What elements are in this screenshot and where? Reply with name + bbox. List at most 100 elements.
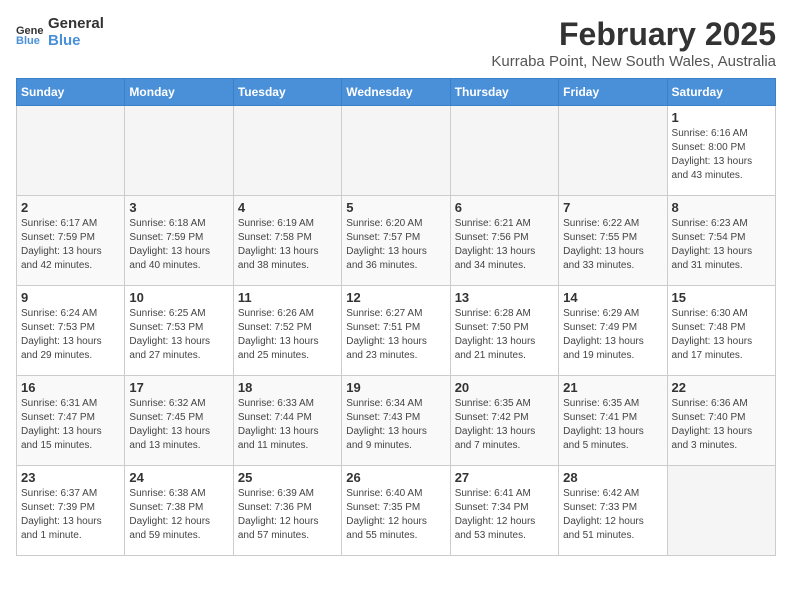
logo-text-blue: Blue [48, 33, 104, 50]
calendar-cell [450, 106, 558, 196]
calendar-cell: 15 Sunrise: 6:30 AM Sunset: 7:48 PM Dayli… [667, 286, 775, 376]
week-row: 9 Sunrise: 6:24 AM Sunset: 7:53 PM Daylig… [17, 286, 776, 376]
day-info: Sunrise: 6:20 AM Sunset: 7:57 PM Dayligh… [346, 217, 445, 273]
calendar-cell: 7 Sunrise: 6:22 AM Sunset: 7:55 PM Daylig… [559, 196, 667, 286]
day-number: 24 [129, 470, 228, 485]
day-info: Sunrise: 6:35 AM Sunset: 7:41 PM Dayligh… [563, 397, 662, 453]
calendar-cell: 2 Sunrise: 6:17 AM Sunset: 7:59 PM Daylig… [17, 196, 125, 286]
week-row: 23 Sunrise: 6:37 AM Sunset: 7:39 PM Dayli… [17, 466, 776, 556]
calendar-cell: 20 Sunrise: 6:35 AM Sunset: 7:42 PM Dayli… [450, 376, 558, 466]
day-info: Sunrise: 6:25 AM Sunset: 7:53 PM Dayligh… [129, 307, 228, 363]
logo: General Blue General Blue [16, 16, 104, 49]
day-info: Sunrise: 6:19 AM Sunset: 7:58 PM Dayligh… [238, 217, 337, 273]
day-info: Sunrise: 6:32 AM Sunset: 7:45 PM Dayligh… [129, 397, 228, 453]
calendar-cell: 19 Sunrise: 6:34 AM Sunset: 7:43 PM Dayli… [342, 376, 450, 466]
day-info: Sunrise: 6:35 AM Sunset: 7:42 PM Dayligh… [455, 397, 554, 453]
day-number: 17 [129, 380, 228, 395]
day-info: Sunrise: 6:37 AM Sunset: 7:39 PM Dayligh… [21, 487, 120, 543]
day-info: Sunrise: 6:34 AM Sunset: 7:43 PM Dayligh… [346, 397, 445, 453]
day-number: 8 [672, 200, 771, 215]
day-number: 22 [672, 380, 771, 395]
calendar-cell [559, 106, 667, 196]
calendar-cell: 23 Sunrise: 6:37 AM Sunset: 7:39 PM Dayli… [17, 466, 125, 556]
day-number: 26 [346, 470, 445, 485]
calendar-cell: 21 Sunrise: 6:35 AM Sunset: 7:41 PM Dayli… [559, 376, 667, 466]
calendar-header: SundayMondayTuesdayWednesdayThursdayFrid… [17, 79, 776, 106]
day-info: Sunrise: 6:24 AM Sunset: 7:53 PM Dayligh… [21, 307, 120, 363]
calendar-cell: 24 Sunrise: 6:38 AM Sunset: 7:38 PM Dayli… [125, 466, 233, 556]
day-number: 18 [238, 380, 337, 395]
day-number: 21 [563, 380, 662, 395]
day-info: Sunrise: 6:28 AM Sunset: 7:50 PM Dayligh… [455, 307, 554, 363]
calendar-cell: 22 Sunrise: 6:36 AM Sunset: 7:40 PM Dayli… [667, 376, 775, 466]
calendar-cell [17, 106, 125, 196]
day-info: Sunrise: 6:38 AM Sunset: 7:38 PM Dayligh… [129, 487, 228, 543]
day-info: Sunrise: 6:42 AM Sunset: 7:33 PM Dayligh… [563, 487, 662, 543]
weekday-monday: Monday [125, 79, 233, 106]
day-number: 19 [346, 380, 445, 395]
calendar-cell: 27Sunrise: 6:41 AM Sunset: 7:34 PM Dayli… [450, 466, 558, 556]
day-number: 12 [346, 290, 445, 305]
calendar-body: 1Sunrise: 6:16 AM Sunset: 8:00 PM Daylig… [17, 106, 776, 556]
day-number: 2 [21, 200, 120, 215]
calendar-cell: 5Sunrise: 6:20 AM Sunset: 7:57 PM Daylig… [342, 196, 450, 286]
calendar-cell: 16 Sunrise: 6:31 AM Sunset: 7:47 PM Dayli… [17, 376, 125, 466]
calendar-cell [125, 106, 233, 196]
calendar-cell: 12 Sunrise: 6:27 AM Sunset: 7:51 PM Dayli… [342, 286, 450, 376]
day-number: 28 [563, 470, 662, 485]
calendar-cell [233, 106, 341, 196]
weekday-friday: Friday [559, 79, 667, 106]
day-number: 15 [672, 290, 771, 305]
day-info: Sunrise: 6:22 AM Sunset: 7:55 PM Dayligh… [563, 217, 662, 273]
calendar-cell: 14Sunrise: 6:29 AM Sunset: 7:49 PM Dayli… [559, 286, 667, 376]
day-number: 6 [455, 200, 554, 215]
weekday-wednesday: Wednesday [342, 79, 450, 106]
title-area: February 2025 Kurraba Point, New South W… [491, 16, 776, 70]
calendar-cell: 9 Sunrise: 6:24 AM Sunset: 7:53 PM Daylig… [17, 286, 125, 376]
day-info: Sunrise: 6:27 AM Sunset: 7:51 PM Dayligh… [346, 307, 445, 363]
calendar-cell: 8Sunrise: 6:23 AM Sunset: 7:54 PM Daylig… [667, 196, 775, 286]
day-number: 16 [21, 380, 120, 395]
logo-icon: General Blue [16, 22, 44, 44]
day-info: Sunrise: 6:33 AM Sunset: 7:44 PM Dayligh… [238, 397, 337, 453]
week-row: 1Sunrise: 6:16 AM Sunset: 8:00 PM Daylig… [17, 106, 776, 196]
day-number: 9 [21, 290, 120, 305]
day-info: Sunrise: 6:21 AM Sunset: 7:56 PM Dayligh… [455, 217, 554, 273]
day-number: 7 [563, 200, 662, 215]
day-number: 13 [455, 290, 554, 305]
day-number: 11 [238, 290, 337, 305]
day-info: Sunrise: 6:31 AM Sunset: 7:47 PM Dayligh… [21, 397, 120, 453]
day-info: Sunrise: 6:39 AM Sunset: 7:36 PM Dayligh… [238, 487, 337, 543]
calendar-cell: 10 Sunrise: 6:25 AM Sunset: 7:53 PM Dayli… [125, 286, 233, 376]
calendar-cell: 11Sunrise: 6:26 AM Sunset: 7:52 PM Dayli… [233, 286, 341, 376]
calendar-cell [667, 466, 775, 556]
calendar-cell: 6 Sunrise: 6:21 AM Sunset: 7:56 PM Daylig… [450, 196, 558, 286]
weekday-sunday: Sunday [17, 79, 125, 106]
calendar-cell: 25Sunrise: 6:39 AM Sunset: 7:36 PM Dayli… [233, 466, 341, 556]
calendar-cell: 1Sunrise: 6:16 AM Sunset: 8:00 PM Daylig… [667, 106, 775, 196]
day-number: 10 [129, 290, 228, 305]
day-number: 20 [455, 380, 554, 395]
week-row: 16 Sunrise: 6:31 AM Sunset: 7:47 PM Dayli… [17, 376, 776, 466]
weekday-header-row: SundayMondayTuesdayWednesdayThursdayFrid… [17, 79, 776, 106]
calendar-cell [342, 106, 450, 196]
calendar: SundayMondayTuesdayWednesdayThursdayFrid… [16, 78, 776, 556]
day-info: Sunrise: 6:40 AM Sunset: 7:35 PM Dayligh… [346, 487, 445, 543]
day-info: Sunrise: 6:30 AM Sunset: 7:48 PM Dayligh… [672, 307, 771, 363]
day-info: Sunrise: 6:29 AM Sunset: 7:49 PM Dayligh… [563, 307, 662, 363]
day-number: 27 [455, 470, 554, 485]
week-row: 2 Sunrise: 6:17 AM Sunset: 7:59 PM Daylig… [17, 196, 776, 286]
svg-text:Blue: Blue [16, 35, 40, 44]
logo-text-general: General [48, 16, 104, 33]
main-title: February 2025 [491, 16, 776, 53]
calendar-cell: 4Sunrise: 6:19 AM Sunset: 7:58 PM Daylig… [233, 196, 341, 286]
day-number: 23 [21, 470, 120, 485]
weekday-tuesday: Tuesday [233, 79, 341, 106]
subtitle: Kurraba Point, New South Wales, Australi… [491, 53, 776, 70]
calendar-cell: 18 Sunrise: 6:33 AM Sunset: 7:44 PM Dayli… [233, 376, 341, 466]
calendar-cell: 28 Sunrise: 6:42 AM Sunset: 7:33 PM Dayli… [559, 466, 667, 556]
header: General Blue General Blue February 2025 … [16, 16, 776, 70]
calendar-cell: 26 Sunrise: 6:40 AM Sunset: 7:35 PM Dayli… [342, 466, 450, 556]
day-info: Sunrise: 6:36 AM Sunset: 7:40 PM Dayligh… [672, 397, 771, 453]
day-info: Sunrise: 6:17 AM Sunset: 7:59 PM Dayligh… [21, 217, 120, 273]
